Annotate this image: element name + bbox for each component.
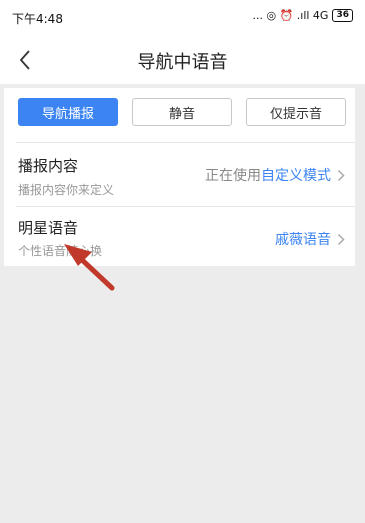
nav-bar: 导航中语音 — [0, 36, 365, 84]
status-time: 下午4:48 — [12, 12, 63, 26]
chevron-right-icon — [337, 169, 345, 182]
broadcast-content-subtitle: 播报内容你来定义 — [18, 183, 115, 197]
broadcast-content-title: 播报内容 — [18, 157, 79, 175]
custom-mode-link[interactable]: 自定义模式 — [261, 165, 331, 185]
star-voice-row[interactable]: 明星语音 个性语音随心换 戚薇语音 — [4, 207, 355, 266]
broadcast-content-status: 正在使用 自定义模式 — [205, 165, 345, 185]
mode-selector: 导航播报 静音 仅提示音 — [4, 88, 355, 140]
star-voice-title: 明星语音 — [18, 219, 79, 237]
settings-card: 导航播报 静音 仅提示音 播报内容 播报内容你来定义 正在使用 自定义模式 明星… — [4, 88, 355, 266]
status-bar: 下午4:48 ... ◎ ⏰ .ıll 4G 36 — [0, 0, 365, 36]
signal-icons: ... ◎ ⏰ .ıll 4G — [252, 9, 329, 22]
broadcast-content-row[interactable]: 播报内容 播报内容你来定义 正在使用 自定义模式 — [4, 143, 355, 205]
star-voice-value: 戚薇语音 — [275, 229, 345, 249]
page-title: 导航中语音 — [137, 52, 228, 73]
star-voice-subtitle: 个性语音随心换 — [18, 244, 103, 258]
mode-navigation-broadcast-button[interactable]: 导航播报 — [18, 98, 118, 126]
status-icons: ... ◎ ⏰ .ıll 4G 36 — [252, 9, 353, 22]
battery-icon: 36 — [332, 9, 353, 22]
chevron-right-icon — [337, 233, 345, 246]
selected-voice-link[interactable]: 戚薇语音 — [275, 229, 331, 249]
mode-tone-only-button[interactable]: 仅提示音 — [246, 98, 346, 126]
mode-mute-button[interactable]: 静音 — [132, 98, 232, 126]
broadcast-status-prefix: 正在使用 — [205, 168, 261, 184]
